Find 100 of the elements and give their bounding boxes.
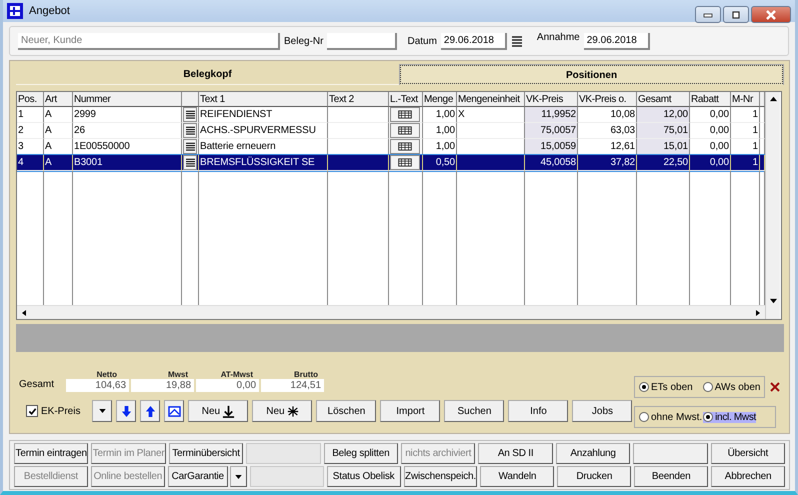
table-cell: 1: [752, 125, 758, 136]
radio-button[interactable]: incl. Mwst: [703, 412, 756, 422]
close-icon[interactable]: [770, 382, 780, 392]
table-cell: 15,0059: [540, 141, 576, 152]
table-cell: A: [45, 141, 52, 152]
toolbar-button[interactable]: Jobs: [572, 400, 632, 422]
asterisk-icon: [286, 404, 299, 418]
action-button[interactable]: Terminübersicht: [168, 443, 244, 464]
app-icon: [7, 3, 23, 19]
table-cell: 0,00: [710, 125, 729, 136]
table-cell: A: [45, 109, 52, 120]
column-header: Gesamt: [638, 94, 672, 104]
table-cell: BREMSFLÜSSIGKEIT SE: [200, 157, 315, 168]
dropdown-button[interactable]: [230, 466, 247, 487]
list-button[interactable]: [183, 107, 197, 122]
action-button[interactable]: Abbrechen: [711, 466, 786, 487]
radio-button[interactable]: AWs oben: [702, 382, 760, 392]
beleg-nr-field[interactable]: [327, 32, 398, 50]
total-caption: Netto: [96, 370, 118, 379]
table-cell: 75,0057: [540, 125, 576, 136]
table-row[interactable]: 2 A 26 ACHS.-SPURVERMESSU 1,00 75,0057 63,03 75,01 0,00 1: [17, 123, 765, 139]
minimize-button[interactable]: [695, 6, 721, 23]
total-value: 0,00: [196, 379, 260, 392]
action-button[interactable]: Beleg splitten: [324, 443, 398, 464]
annahme-field[interactable]: 29.06.2018: [584, 32, 650, 50]
table-cell: 2999: [74, 109, 96, 120]
checkbox-label: EK-Preis: [41, 406, 80, 416]
action-button[interactable]: Anzahlung: [556, 443, 630, 464]
text-grid-button[interactable]: [390, 123, 420, 138]
column-header: Text 1: [200, 94, 225, 104]
scroll-down-icon[interactable]: [768, 298, 778, 305]
table-cell: 22,50: [663, 157, 688, 168]
customer-field[interactable]: Neuer, Kunde: [18, 32, 280, 50]
list-button[interactable]: [183, 139, 197, 154]
ek-preis-checkbox[interactable]: [26, 405, 38, 417]
action-button[interactable]: Zwischenspeich.: [404, 466, 478, 487]
empty-button[interactable]: [633, 443, 708, 464]
radio-button[interactable]: ohne Mwst.: [639, 412, 702, 422]
toolbar-button[interactable]: Info: [508, 400, 568, 422]
table-cell: A: [45, 157, 52, 168]
radio-button[interactable]: ETs oben: [639, 382, 693, 392]
table-cell: 0,00: [710, 157, 729, 168]
tab[interactable]: Positionen: [399, 64, 784, 85]
action-button[interactable]: Beenden: [634, 466, 708, 487]
action-button[interactable]: Wandeln: [480, 466, 554, 487]
table-cell: 1,00: [436, 141, 455, 152]
scroll-up-icon[interactable]: [768, 95, 778, 102]
table-cell: 12,00: [663, 109, 688, 120]
table-cell: 0,00: [710, 109, 729, 120]
close-button[interactable]: [751, 6, 791, 23]
new-below-button[interactable]: Neu: [188, 400, 248, 422]
vertical-scrollbar[interactable]: [765, 92, 780, 319]
table-cell: 11,9952: [541, 109, 576, 120]
column-header: Pos.: [18, 94, 37, 104]
table-row[interactable]: 1 A 2999 REIFENDIENST 1,00 X 11,9952 10,08 12,00 0,00 1: [17, 107, 765, 123]
action-button[interactable]: An SD II: [478, 443, 553, 464]
total-label: Gesamt: [19, 379, 54, 392]
table-cell: 1: [752, 157, 758, 168]
scroll-right-icon[interactable]: [754, 308, 762, 316]
caret-icon: [98, 409, 106, 413]
action-button[interactable]: Status Obelisk: [326, 466, 401, 487]
new-insert-button[interactable]: Neu: [252, 400, 312, 422]
column-header: VK-Preis o.: [579, 94, 626, 104]
column-header: Menge: [424, 94, 454, 104]
column-header: Art: [45, 94, 57, 104]
scroll-left-icon[interactable]: [20, 308, 28, 316]
dropdown-button[interactable]: [92, 400, 112, 422]
column-header: VK-Preis: [526, 94, 564, 104]
move-down-button[interactable]: [116, 400, 136, 422]
action-button[interactable]: Übersicht: [710, 443, 786, 464]
action-button[interactable]: Drucken: [557, 466, 632, 487]
horizontal-scrollbar[interactable]: [17, 305, 765, 319]
table-cell: REIFENDIENST: [200, 109, 272, 120]
action-button[interactable]: CarGarantie: [168, 466, 228, 487]
table-row[interactable]: 4 A B3001 BREMSFLÜSSIGKEIT SE 0,50 45,0058 37,82 22,50 0,00 1: [17, 155, 765, 171]
datum-field[interactable]: 29.06.2018: [440, 32, 507, 50]
list-button[interactable]: [183, 123, 197, 138]
datum-label: Datum: [407, 36, 437, 46]
text-grid-button[interactable]: [390, 139, 420, 154]
toolbar-button[interactable]: Import: [380, 400, 440, 422]
total-value: 19,88: [131, 379, 194, 392]
table-cell: A: [45, 125, 52, 136]
grid-icon: [397, 158, 413, 167]
arrow-down-icon: [120, 404, 132, 418]
toolbar-button[interactable]: Löschen: [316, 400, 376, 422]
column-header: Text 2: [329, 94, 354, 104]
move-up-button[interactable]: [140, 400, 160, 422]
list-button[interactable]: [183, 155, 197, 170]
maximize-button[interactable]: [723, 6, 749, 23]
text-grid-button[interactable]: [390, 155, 420, 170]
caret-icon: [234, 474, 242, 478]
maximize-icon: [730, 10, 742, 18]
column-header: L.-Text: [390, 94, 418, 104]
toolbar-button[interactable]: Suchen: [444, 400, 504, 422]
image-button[interactable]: [164, 400, 184, 422]
text-grid-button[interactable]: [390, 107, 420, 122]
list-icon[interactable]: [510, 35, 523, 47]
action-button[interactable]: Termin eintragen: [14, 443, 88, 464]
annahme-label: Annahme: [536, 32, 580, 43]
table-cell: 3: [18, 141, 24, 152]
